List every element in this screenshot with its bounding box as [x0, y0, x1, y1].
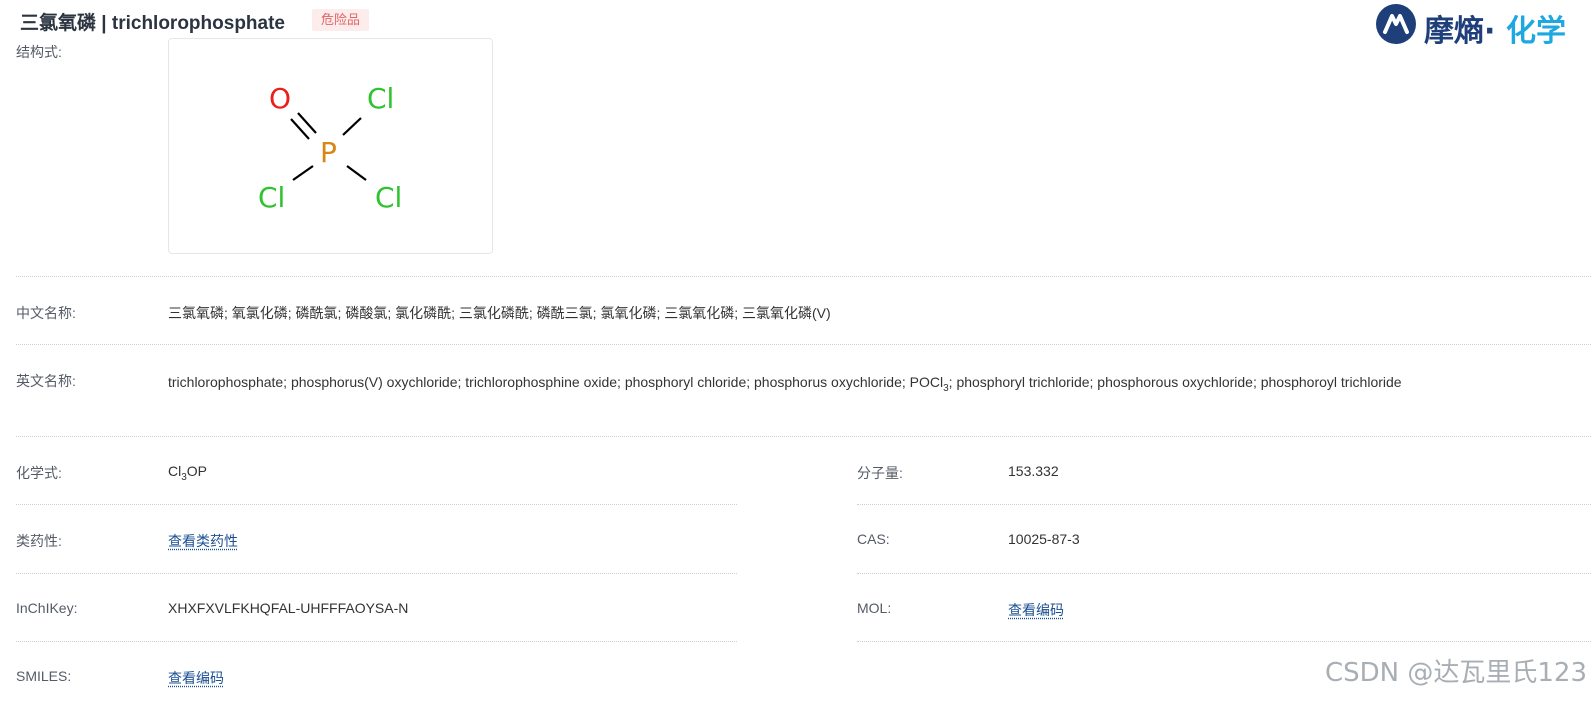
divider: [857, 641, 1591, 642]
english-names-label: 英文名称:: [16, 373, 76, 389]
divider: [16, 436, 1591, 437]
logo-text-brand: 摩熵·: [1424, 14, 1496, 49]
atom-chlorine-2: Cl: [258, 181, 285, 214]
english-names-text-1: trichlorophosphate; phosphorus(V) oxychl…: [168, 374, 944, 390]
smiles-label: SMILES:: [16, 668, 72, 684]
inchikey-label: InChIKey:: [16, 600, 78, 616]
divider: [16, 504, 737, 505]
formula-text-b: OP: [186, 463, 208, 479]
bond-p-cl-1: [342, 117, 362, 136]
mol-label: MOL:: [857, 600, 892, 616]
logo-text-suffix: 化学: [1506, 14, 1566, 49]
atom-phosphorus: P: [320, 136, 337, 169]
mol-view-link[interactable]: 查看编码: [1008, 600, 1064, 620]
molecular-weight-value: 153.332: [1008, 463, 1059, 479]
divider: [857, 504, 1591, 505]
atom-chlorine-1: Cl: [367, 82, 394, 115]
structure-diagram: O Cl P Cl Cl: [258, 82, 402, 214]
page-header: 三氯氧磷 | trichlorophosphate 危险品 摩熵· 化学: [0, 0, 1591, 49]
divider: [16, 344, 1591, 345]
logo-mark-icon: [1376, 4, 1416, 44]
atom-oxygen: O: [269, 82, 291, 115]
bond-p-cl-2: [292, 165, 314, 181]
page-title: 三氯氧磷 | trichlorophosphate: [20, 13, 285, 34]
atom-chlorine-3: Cl: [375, 181, 402, 214]
divider: [857, 573, 1591, 574]
english-names-text-2: ; phosphoryl trichloride; phosphorous ox…: [948, 374, 1402, 390]
structure-label: 结构式:: [16, 44, 62, 60]
molecular-weight-label: 分子量:: [857, 465, 903, 481]
cas-value: 10025-87-3: [1008, 531, 1080, 547]
smiles-view-link[interactable]: 查看编码: [168, 668, 224, 688]
formula-label: 化学式:: [16, 465, 62, 481]
chinese-names-label: 中文名称:: [16, 305, 76, 321]
formula-value: Cl3OP: [168, 463, 207, 483]
formula-text-a: Cl: [168, 463, 182, 479]
divider: [16, 641, 737, 642]
divider: [16, 276, 1591, 277]
brand-logo[interactable]: 摩熵· 化学: [1376, 4, 1586, 49]
structure-image[interactable]: O Cl P Cl Cl: [168, 38, 493, 254]
drug-likeness-label: 类药性:: [16, 533, 62, 549]
drug-likeness-link[interactable]: 查看类药性: [168, 531, 238, 551]
bond-p-cl-3: [346, 165, 367, 181]
logo-m-icon: [1383, 14, 1409, 34]
cas-label: CAS:: [857, 531, 890, 547]
inchikey-value: XHXFXVLFKHQFAL-UHFFFAOYSA-N: [168, 600, 409, 616]
watermark: CSDN @达瓦里氏123: [1324, 658, 1587, 688]
hazard-badge: 危险品: [312, 9, 370, 31]
english-names-value: trichlorophosphate; phosphorus(V) oxychl…: [168, 371, 1563, 400]
divider: [16, 573, 737, 574]
chinese-names-value: 三氯氧磷; 氧氯化磷; 磷酰氯; 磷酸氯; 氯化磷酰; 三氯化磷酰; 磷酰三氯;…: [168, 305, 831, 321]
